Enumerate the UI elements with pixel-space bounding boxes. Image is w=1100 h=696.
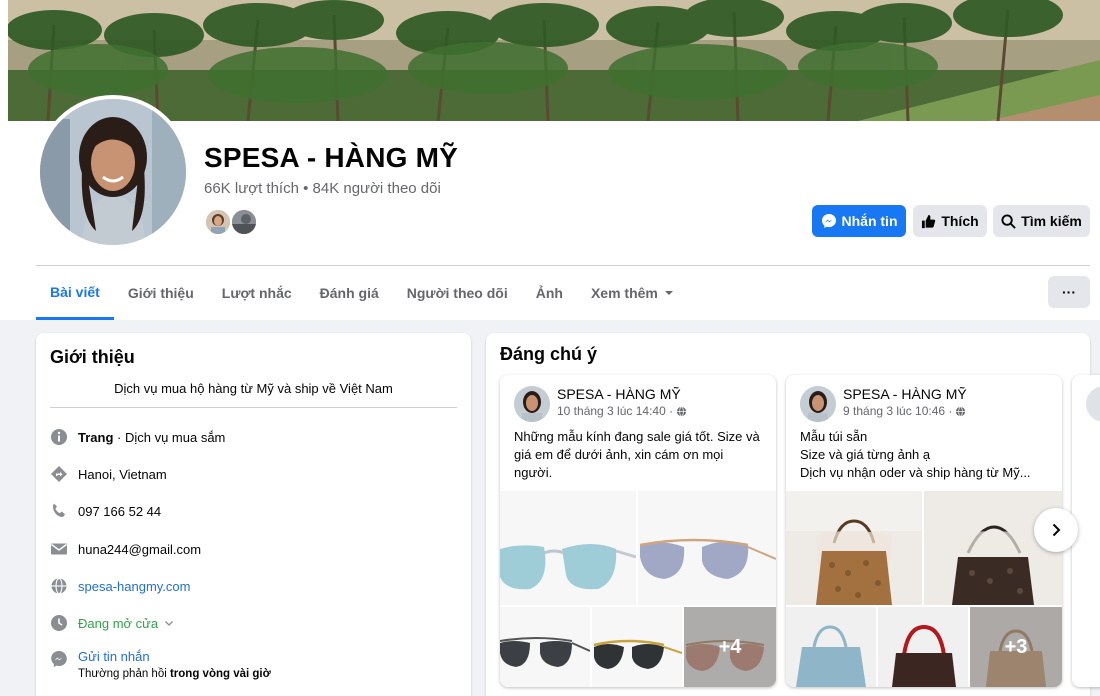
- tab-label: Đánh giá: [319, 285, 379, 301]
- featured-post[interactable]: SPESA - HÀNG MỸ 10 tháng 3 lúc 14:40 · N…: [500, 375, 776, 687]
- post-photo[interactable]: [500, 491, 636, 605]
- intro-card: Giới thiệu Dịch vụ mua hộ hàng từ Mỹ và …: [36, 333, 471, 696]
- page-title: SPESA - HÀNG MỸ: [204, 142, 458, 173]
- featured-card: Đáng chú ý SPESA - HÀNG MỸ 10 tháng 3 lú…: [486, 333, 1090, 696]
- message-button[interactable]: Nhắn tin: [812, 205, 906, 237]
- tab-followers[interactable]: Người theo dõi: [393, 266, 522, 320]
- post-photo[interactable]: [924, 491, 1062, 605]
- caret-down-icon: [664, 288, 674, 298]
- send-message-row: Gửi tin nhắn Thường phản hồi trong vòng …: [50, 649, 457, 680]
- chevron-down-icon: [164, 618, 174, 628]
- like-button[interactable]: Thích: [913, 205, 987, 237]
- messenger-icon: [50, 650, 68, 668]
- send-message-link[interactable]: Gửi tin nhắn: [78, 649, 271, 664]
- divider: [50, 407, 457, 408]
- post-time[interactable]: 9 tháng 3 lúc 10:46 ·: [843, 404, 966, 418]
- post-time[interactable]: 10 tháng 3 lúc 14:40 ·: [557, 404, 687, 418]
- post-timestamp: 9 tháng 3 lúc 10:46 ·: [843, 404, 953, 418]
- cover-photo[interactable]: [8, 0, 1100, 121]
- tab-posts[interactable]: Bài viết: [36, 266, 114, 320]
- messenger-icon: [821, 213, 837, 229]
- page-tabs: Bài viết Giới thiệu Lượt nhắc Đánh giá N…: [36, 266, 688, 320]
- tab-photos[interactable]: Ảnh: [522, 266, 577, 320]
- intro-title: Giới thiệu: [50, 347, 135, 367]
- post-photo[interactable]: [638, 491, 776, 605]
- post-text-line: Size và giá từng ảnh ạ: [800, 447, 931, 462]
- intro-description: Dịch vụ mua hộ hàng từ Mỹ và ship về Việ…: [114, 381, 393, 396]
- post-author-avatar[interactable]: [514, 386, 550, 422]
- email-row: huna244@gmail.com: [50, 540, 457, 558]
- search-button[interactable]: Tìm kiếm: [993, 205, 1090, 237]
- more-options-label: ···: [1062, 284, 1076, 300]
- more-photos-count[interactable]: +4: [684, 607, 776, 687]
- thumbs-up-icon: [921, 214, 936, 229]
- post-photo[interactable]: [592, 607, 682, 687]
- post-photo[interactable]: [786, 607, 876, 687]
- tab-label: Ảnh: [535, 285, 563, 301]
- location-row: Hanoi, Vietnam: [50, 465, 457, 483]
- post-author-avatar: [1086, 386, 1100, 422]
- post-photo[interactable]: [500, 607, 590, 687]
- globe-icon: [676, 406, 687, 417]
- post-author[interactable]: SPESA - HÀNG MỸ: [557, 386, 681, 402]
- tab-more[interactable]: Xem thêm: [577, 266, 688, 320]
- tab-reviews[interactable]: Đánh giá: [306, 266, 393, 320]
- tab-label: Lượt nhắc: [221, 285, 292, 301]
- next-arrow-button[interactable]: [1034, 508, 1078, 552]
- phone-text: 097 166 52 44: [78, 503, 162, 519]
- post-text: Những mẫu kính đang sale giá tốt. Size v…: [514, 429, 760, 480]
- tab-label: Bài viết: [50, 283, 100, 300]
- response-time-value: trong vòng vài giờ: [169, 668, 271, 680]
- phone-icon: [50, 502, 68, 520]
- post-timestamp: 10 tháng 3 lúc 14:40 ·: [557, 404, 674, 418]
- tab-about[interactable]: Giới thiệu: [114, 266, 208, 320]
- post-photo[interactable]: [786, 491, 922, 605]
- location-text: Hanoi, Vietnam: [78, 466, 167, 482]
- search-button-label: Tìm kiếm: [1021, 213, 1082, 229]
- page-avatar[interactable]: [36, 95, 190, 249]
- featured-title: Đáng chú ý: [500, 344, 598, 364]
- tab-label: Giới thiệu: [127, 285, 194, 301]
- hours-row[interactable]: Đang mở cửa: [50, 614, 457, 632]
- open-status: Đang mở cửa: [78, 615, 159, 631]
- mail-icon: [50, 540, 68, 558]
- featured-post[interactable]: SPESA - HÀNG MỸ 9 tháng 3 lúc 10:46 · Mẫ…: [786, 375, 1062, 687]
- tab-label: Người theo dõi: [406, 285, 508, 301]
- message-button-label: Nhắn tin: [841, 213, 898, 229]
- post-author[interactable]: SPESA - HÀNG MỸ: [843, 386, 967, 402]
- like-button-label: Thích: [941, 213, 979, 229]
- friend-avatar[interactable]: [230, 208, 258, 236]
- category-label: Trang: [78, 429, 114, 445]
- post-photo[interactable]: [878, 607, 968, 687]
- category-row: Trang · Dịch vụ mua sắm: [50, 428, 457, 446]
- directions-icon: [50, 465, 68, 483]
- response-prefix: Thường phản hồi: [78, 668, 170, 680]
- tab-mentions[interactable]: Lượt nhắc: [208, 266, 306, 320]
- friend-avatar[interactable]: [204, 208, 232, 236]
- page-header: SPESA - HÀNG MỸ 66K lượt thích • 84K ngư…: [0, 0, 1100, 320]
- clock-icon: [50, 614, 68, 632]
- globe-icon: [50, 577, 68, 595]
- search-icon: [1001, 213, 1016, 229]
- email-text[interactable]: huna244@gmail.com: [78, 542, 201, 557]
- globe-icon: [955, 406, 966, 417]
- post-photo[interactable]: +4: [684, 607, 776, 687]
- tab-label: Xem thêm: [590, 285, 658, 301]
- more-options-button[interactable]: ···: [1048, 276, 1090, 308]
- info-icon: [50, 428, 68, 446]
- website-row: spesa-hangmy.com: [50, 577, 457, 595]
- response-time: Thường phản hồi trong vòng vài giờ: [78, 668, 271, 680]
- post-text: Mẫu túi sẵn Size và giá từng ảnh ạ Dịch …: [800, 428, 1050, 482]
- post-author-avatar[interactable]: [800, 386, 836, 422]
- page-stats[interactable]: 66K lượt thích • 84K người theo dõi: [204, 180, 441, 197]
- more-photos-count[interactable]: +3: [970, 607, 1062, 687]
- website-link[interactable]: spesa-hangmy.com: [78, 579, 190, 594]
- post-photo[interactable]: +3: [970, 607, 1062, 687]
- phone-row: 097 166 52 44: [50, 502, 457, 520]
- post-text-line: Dịch vụ nhận oder và ship hàng từ Mỹ...: [800, 465, 1031, 480]
- category-value: · Dịch vụ mua sắm: [113, 429, 226, 445]
- post-text-line: Mẫu túi sẵn: [800, 429, 868, 444]
- chevron-right-icon: [1048, 522, 1064, 538]
